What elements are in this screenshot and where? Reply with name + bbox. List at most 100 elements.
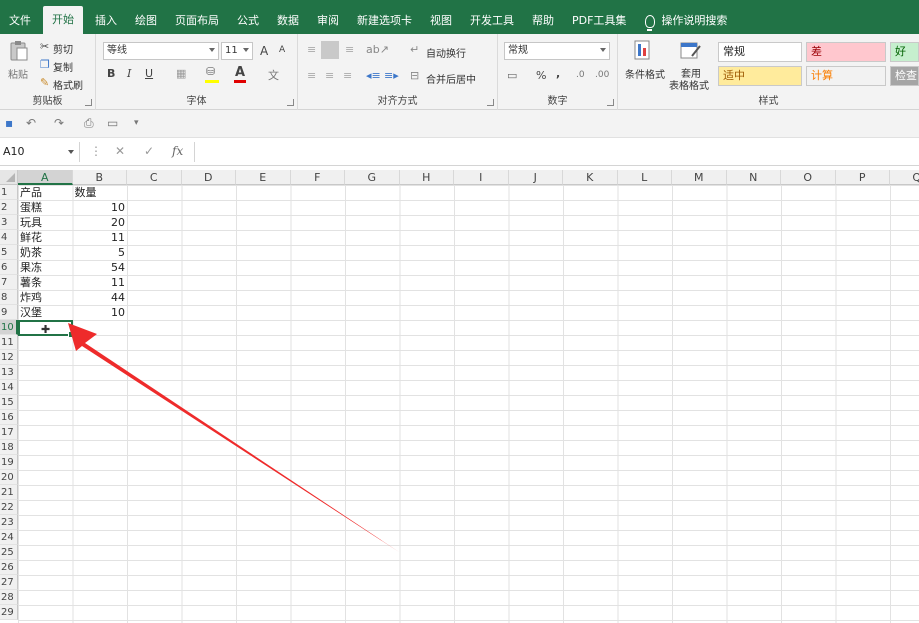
cell-quantity[interactable]: 10 — [73, 200, 128, 215]
column-header-n[interactable]: N — [726, 170, 781, 185]
cell-quantity[interactable]: 44 — [73, 290, 128, 305]
scissors-icon[interactable]: ✂ — [40, 40, 49, 53]
font-name-combo[interactable]: 等线 — [103, 42, 219, 60]
column-header-o[interactable]: O — [781, 170, 836, 185]
cell-product[interactable]: 奶茶 — [18, 245, 73, 260]
enter-icon[interactable]: ✓ — [144, 144, 154, 158]
border-icon[interactable]: ▦ — [176, 67, 186, 80]
align-left-icon[interactable]: ≡ — [307, 69, 316, 82]
row-header-7[interactable]: 7 — [0, 275, 18, 290]
cell-quantity[interactable]: 54 — [73, 260, 128, 275]
header-cell-product[interactable]: 产品 — [18, 185, 73, 200]
tab-page-layout[interactable]: 页面布局 — [166, 8, 228, 34]
row-header-5[interactable]: 5 — [0, 245, 18, 260]
row-header-18[interactable]: 18 — [0, 440, 18, 455]
column-header-q[interactable]: Q — [890, 170, 919, 185]
column-header-m[interactable]: M — [672, 170, 727, 185]
column-header-k[interactable]: K — [563, 170, 618, 185]
number-format-combo[interactable]: 常规 — [504, 42, 610, 60]
row-header-24[interactable]: 24 — [0, 530, 18, 545]
cell-product[interactable]: 汉堡 — [18, 305, 73, 320]
currency-icon[interactable]: ▭ — [507, 69, 517, 82]
row-header-15[interactable]: 15 — [0, 395, 18, 410]
row-header-10[interactable]: 10 — [0, 320, 18, 335]
column-header-h[interactable]: H — [399, 170, 454, 185]
row-header-4[interactable]: 4 — [0, 230, 18, 245]
cell-product[interactable]: 炸鸡 — [18, 290, 73, 305]
tab-formulas[interactable]: 公式 — [228, 8, 268, 34]
style-neutral[interactable]: 适中 — [718, 66, 802, 86]
tab-developer[interactable]: 开发工具 — [461, 8, 523, 34]
align-top-icon[interactable]: ≡ — [307, 43, 316, 56]
row-header-22[interactable]: 22 — [0, 500, 18, 515]
formula-input[interactable] — [194, 142, 919, 162]
row-header-6[interactable]: 6 — [0, 260, 18, 275]
style-check[interactable]: 检查 — [890, 66, 919, 86]
customize-qat-icon[interactable]: ▾ — [134, 118, 139, 128]
insert-function-icon[interactable]: fx — [172, 144, 183, 158]
tell-me-search[interactable]: 操作说明搜索 — [635, 8, 736, 34]
phonetic-icon[interactable]: 文 — [268, 67, 279, 83]
row-header-16[interactable]: 16 — [0, 410, 18, 425]
wrap-text-label[interactable]: 自动换行 — [426, 45, 466, 60]
cell-area[interactable]: 产品 数量 蛋糕 10 玩具 20 鲜花 11 奶茶 5 果冻 54 薯条 11 炸鸡 44 汉堡 10 — [18, 185, 919, 623]
format-painter-label[interactable]: 格式刷 — [53, 77, 83, 92]
dialog-launcher-icon[interactable] — [607, 99, 614, 106]
row-header-2[interactable]: 2 — [0, 200, 18, 215]
column-header-d[interactable]: D — [181, 170, 236, 185]
cell-quantity[interactable]: 20 — [73, 215, 128, 230]
column-header-p[interactable]: P — [835, 170, 890, 185]
underline-button[interactable]: U — [145, 67, 153, 80]
decrease-decimal-icon[interactable]: .00 — [595, 70, 609, 80]
column-header-i[interactable]: I — [454, 170, 509, 185]
merge-center-icon[interactable]: ⊟ — [410, 69, 419, 82]
row-header-20[interactable]: 20 — [0, 470, 18, 485]
column-header-c[interactable]: C — [127, 170, 182, 185]
row-header-27[interactable]: 27 — [0, 575, 18, 590]
tab-data[interactable]: 数据 — [268, 8, 308, 34]
cell-product[interactable]: 鲜花 — [18, 230, 73, 245]
grow-font-button[interactable]: A — [260, 44, 268, 58]
align-middle-icon[interactable] — [321, 41, 339, 59]
cell-quantity[interactable]: 5 — [73, 245, 128, 260]
conditional-formatting-button[interactable]: 条件格式 — [622, 38, 666, 86]
align-center-icon[interactable]: ≡ — [325, 69, 334, 82]
row-header-19[interactable]: 19 — [0, 455, 18, 470]
style-bad[interactable]: 差 — [806, 42, 886, 62]
cut-label[interactable]: 剪切 — [53, 41, 73, 56]
column-header-j[interactable]: J — [508, 170, 563, 185]
style-normal[interactable]: 常规 — [718, 42, 802, 62]
tab-home[interactable]: 开始 — [43, 6, 83, 34]
tab-help[interactable]: 帮助 — [523, 8, 563, 34]
name-box[interactable]: A10 — [0, 142, 80, 162]
tab-view[interactable]: 视图 — [421, 8, 461, 34]
column-header-b[interactable]: B — [72, 170, 127, 185]
cell-quantity[interactable]: 11 — [73, 230, 128, 245]
row-header-13[interactable]: 13 — [0, 365, 18, 380]
column-header-g[interactable]: G — [345, 170, 400, 185]
row-header-28[interactable]: 28 — [0, 590, 18, 605]
format-as-table-button[interactable]: 套用 表格格式 — [668, 38, 714, 92]
row-header-17[interactable]: 17 — [0, 425, 18, 440]
select-all-button[interactable] — [0, 170, 18, 185]
row-header-11[interactable]: 11 — [0, 335, 18, 350]
row-header-3[interactable]: 3 — [0, 215, 18, 230]
column-header-a[interactable]: A — [18, 170, 73, 185]
font-size-combo[interactable]: 11 — [221, 42, 253, 60]
style-calculation[interactable]: 计算 — [806, 66, 886, 86]
comma-button[interactable]: , — [556, 67, 560, 80]
cell-quantity[interactable]: 10 — [73, 305, 128, 320]
format-painter-icon[interactable]: ✎ — [40, 76, 49, 89]
dialog-launcher-icon[interactable] — [487, 99, 494, 106]
redo-icon[interactable]: ↷ — [54, 116, 64, 130]
print-preview-icon[interactable]: ⎙ — [84, 116, 94, 131]
row-header-1[interactable]: 1 — [0, 185, 18, 200]
percent-button[interactable]: % — [536, 69, 546, 82]
row-header-21[interactable]: 21 — [0, 485, 18, 500]
column-header-f[interactable]: F — [290, 170, 345, 185]
italic-button[interactable]: I — [127, 67, 131, 80]
shrink-font-button[interactable]: A — [279, 45, 285, 55]
bold-button[interactable]: B — [107, 67, 115, 80]
dialog-launcher-icon[interactable] — [287, 99, 294, 106]
cell-product[interactable]: 薯条 — [18, 275, 73, 290]
